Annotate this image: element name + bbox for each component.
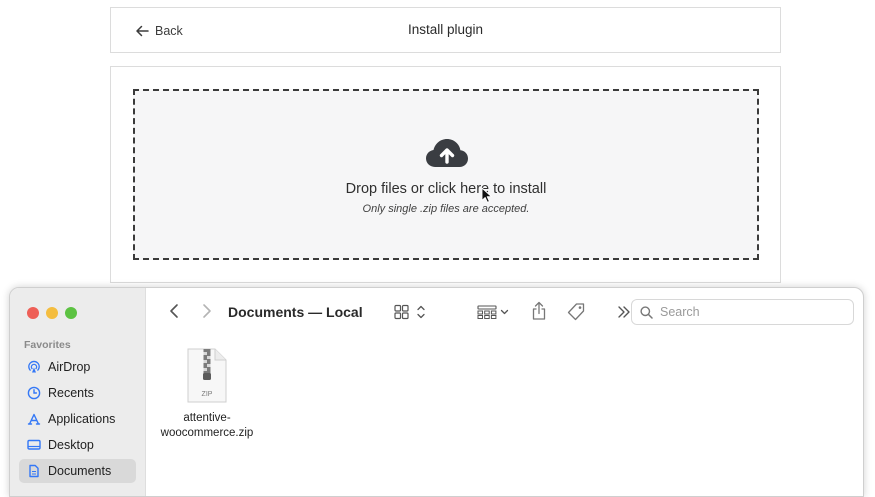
finder-toolbar: Documents — Local [147,288,863,336]
search-field[interactable] [631,299,854,325]
sidebar-item-label: Recents [48,386,94,400]
mouse-cursor-icon [481,187,492,203]
icon-view-grid-icon [394,304,425,320]
tags-button[interactable] [566,302,586,322]
sidebar-item-desktop[interactable]: Desktop [19,433,136,457]
file-dropzone[interactable]: Drop files or click here to install Only… [133,89,759,260]
sidebar-item-airdrop[interactable]: AirDrop [19,355,136,379]
search-icon [640,305,653,319]
double-chevron-right-icon [618,306,630,318]
finder-window: Favorites AirDrop Recents Applications D… [9,287,864,497]
file-area: ZIP attentive- woocommerce.zip [147,336,863,496]
zoom-window-button[interactable] [65,307,77,319]
chevron-left-icon [170,304,178,318]
cloud-upload-icon [426,139,468,167]
file-item-zip[interactable]: ZIP attentive- woocommerce.zip [153,348,261,441]
file-name-line1: attentive- [183,412,231,424]
document-icon [29,464,39,478]
forward-nav-button[interactable] [202,303,212,319]
sidebar-item-documents[interactable]: Documents [19,459,136,483]
sidebar-item-label: AirDrop [48,360,91,374]
zip-badge-label: ZIP [202,391,213,398]
more-toolbar-items-button[interactable] [617,305,631,319]
chevron-right-icon [203,304,211,318]
desktop-icon [27,439,41,450]
sidebar-item-recents[interactable]: Recents [19,381,136,405]
install-plugin-header: Back Install plugin [110,7,781,53]
sidebar-item-label: Desktop [48,438,94,452]
back-nav-button[interactable] [169,303,179,319]
group-by-button[interactable] [477,304,511,320]
minimize-window-button[interactable] [46,307,58,319]
sidebar-item-label: Applications [48,412,116,426]
page-title: Install plugin [407,22,484,37]
applications-icon [27,413,41,425]
dropzone-title: Drop files or click here to install [345,181,547,197]
zip-file-icon: ZIP [187,348,227,403]
search-input[interactable] [660,305,830,319]
tag-icon [567,303,585,321]
finder-sidebar: Favorites AirDrop Recents Applications D… [10,288,146,496]
location-title: Documents — Local [228,304,363,320]
group-grid-icon [477,305,509,319]
dropzone-subtitle: Only single .zip files are accepted. [362,203,530,215]
favorites-heading: Favorites [24,339,71,351]
sidebar-item-label: Documents [48,464,112,478]
sidebar-item-applications[interactable]: Applications [19,407,136,431]
file-name-line2: woocommerce.zip [160,427,254,439]
install-panel: Drop files or click here to install Only… [110,66,781,283]
view-mode-button[interactable] [394,304,428,320]
share-icon [532,301,546,320]
clock-icon [27,386,41,400]
share-button[interactable] [531,301,547,321]
airdrop-icon [28,360,40,373]
close-window-button[interactable] [27,307,39,319]
